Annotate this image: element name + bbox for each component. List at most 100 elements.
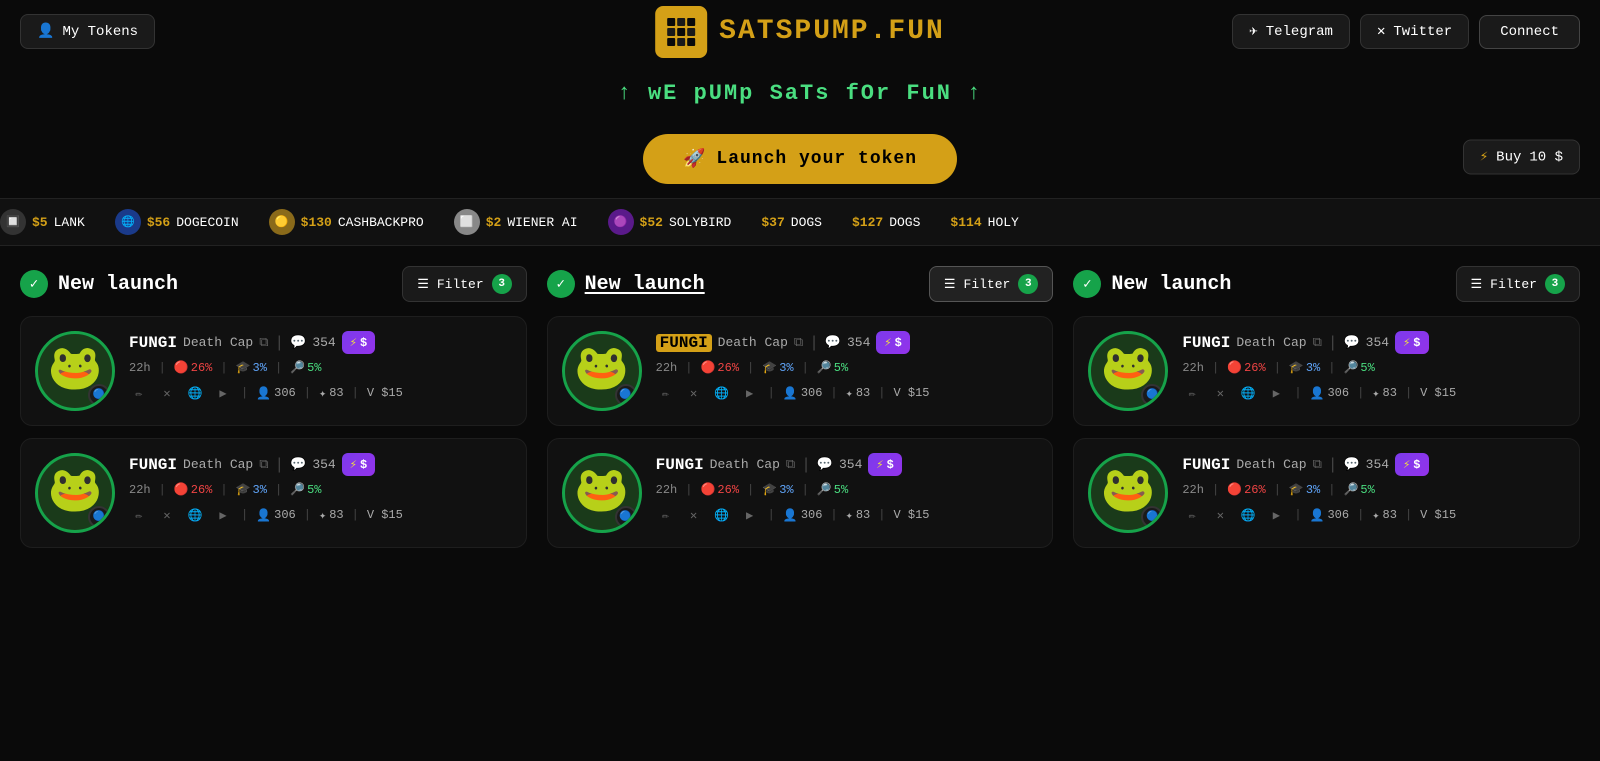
x-social-icon-3-2[interactable]: ✕ xyxy=(1210,505,1230,525)
column-2-filter-label: Filter xyxy=(964,277,1011,292)
column-3-filter-button[interactable]: ☰ Filter 3 xyxy=(1456,266,1580,302)
column-2-header: ✓ New launch ☰ Filter 3 xyxy=(547,266,1054,302)
main-content: ✓ New launch ☰ Filter 3 🐸 🔵 FUNGI Death xyxy=(0,246,1600,580)
sep1-2: | xyxy=(159,483,166,497)
pencil-icon[interactable]: ✏ xyxy=(129,383,149,403)
token-desc-2-2: Death Cap xyxy=(710,457,780,472)
separator-3-2: | xyxy=(1328,456,1338,474)
logo-cell xyxy=(677,18,685,26)
volume-text-3-1: V $15 xyxy=(1420,386,1456,400)
globe-icon-3-2[interactable]: 🌐 xyxy=(1238,505,1258,525)
sep-stars-2-2: | xyxy=(830,508,837,522)
twitter-label: Twitter xyxy=(1393,24,1452,40)
price-lightning-icon-2: ⚡ xyxy=(350,457,357,472)
column-3-filter-label: Filter xyxy=(1490,277,1537,292)
lightning-icon: ⚡ xyxy=(1480,149,1488,166)
logo-cell xyxy=(687,18,695,26)
globe-icon[interactable]: 🌐 xyxy=(185,383,205,403)
connect-button[interactable]: Connect xyxy=(1479,15,1580,49)
token-card-2-2[interactable]: 🐸 🔵 FUNGI Death Cap ⧉ | 💬 354 ⚡ $ xyxy=(547,438,1054,548)
volume-text-2-2: V $15 xyxy=(893,508,929,522)
ticker-item-dogs2: $127 DOGS xyxy=(852,215,920,230)
stat-blue-2-2: 🎓 3% xyxy=(762,482,793,497)
volume-text-2-1: V $15 xyxy=(893,386,929,400)
separator-2-1: | xyxy=(809,334,819,352)
comment-icon-2-2: 💬 xyxy=(817,457,833,472)
pencil-icon-3-1[interactable]: ✏ xyxy=(1182,383,1202,403)
launch-token-button[interactable]: 🚀 Launch your token xyxy=(643,134,957,184)
token-card-1-1[interactable]: 🐸 🔵 FUNGI Death Cap ⧉ | 💬 354 ⚡ $ xyxy=(20,316,527,426)
stat-red-2-2: 🔴 26% xyxy=(700,482,739,497)
x-social-icon-2-2[interactable]: ✕ xyxy=(684,505,704,525)
buy-widget[interactable]: ⚡ Buy 10 $ xyxy=(1463,140,1580,175)
price-lightning-icon-2-1: ⚡ xyxy=(884,335,891,350)
ticker-name-dogs2: DOGS xyxy=(889,215,920,230)
token-card-2-1[interactable]: 🐸 🔵 FUNGI Death Cap ⧉ | 💬 354 ⚡ $ xyxy=(547,316,1054,426)
card-stats: 22h | 🔴 26% | 🎓 3% | 🔎 5% xyxy=(129,360,512,375)
my-tokens-button[interactable]: 👤 My Tokens xyxy=(20,14,155,49)
card-icons-2-2: ✏ ✕ 🌐 ▶ | 👤 306 | ✦ 83 | V $15 xyxy=(656,505,1039,525)
copy-icon-3-2[interactable]: ⧉ xyxy=(1313,457,1322,472)
stat-green-3-2: 🔎 5% xyxy=(1343,482,1374,497)
pencil-icon-2[interactable]: ✏ xyxy=(129,505,149,525)
copy-icon-2[interactable]: ⧉ xyxy=(259,457,268,472)
stat-blue-3-2: 🎓 3% xyxy=(1289,482,1320,497)
token-desc-3-1: Death Cap xyxy=(1236,335,1306,350)
token-card-3-2[interactable]: 🐸 🔵 FUNGI Death Cap ⧉ | 💬 354 ⚡ $ xyxy=(1073,438,1580,548)
pencil-icon-3-2[interactable]: ✏ xyxy=(1182,505,1202,525)
play-icon-3-1[interactable]: ▶ xyxy=(1266,383,1286,403)
globe-icon-3-1[interactable]: 🌐 xyxy=(1238,383,1258,403)
pencil-icon-2-2[interactable]: ✏ xyxy=(656,505,676,525)
column-1-filter-button[interactable]: ☰ Filter 3 xyxy=(402,266,526,302)
logo-cell xyxy=(667,28,675,36)
play-icon-2[interactable]: ▶ xyxy=(213,505,233,525)
column-2-filter-badge: 3 xyxy=(1018,274,1038,294)
column-3: ✓ New launch ☰ Filter 3 🐸 🔵 FUNGI Death xyxy=(1073,266,1580,560)
globe-icon-2[interactable]: 🌐 xyxy=(185,505,205,525)
logo-cell xyxy=(667,38,675,46)
copy-icon-2-1[interactable]: ⧉ xyxy=(794,335,803,350)
stat-blue: 🎓 3% xyxy=(236,360,267,375)
holders-count-3-1: 👤 306 xyxy=(1310,386,1350,401)
copy-icon[interactable]: ⧉ xyxy=(259,335,268,350)
ticker-name-holy: HOLY xyxy=(988,215,1019,230)
column-2-filter-button[interactable]: ☰ Filter 3 xyxy=(929,266,1053,302)
ticker-name-dogs1: DOGS xyxy=(791,215,822,230)
play-icon-3-2[interactable]: ▶ xyxy=(1266,505,1286,525)
comment-count-2-2: 354 xyxy=(839,457,862,472)
logo-cell xyxy=(687,38,695,46)
price-tag: ⚡ $ xyxy=(342,331,375,354)
globe-icon-2-1[interactable]: 🌐 xyxy=(712,383,732,403)
sep2-2-1: | xyxy=(747,361,754,375)
logo-cell xyxy=(687,28,695,36)
stat-blue-3-1: 🎓 3% xyxy=(1289,360,1320,375)
pencil-icon-2-1[interactable]: ✏ xyxy=(656,383,676,403)
sep1-3-2: | xyxy=(1212,483,1219,497)
twitter-button[interactable]: ✕ Twitter xyxy=(1360,14,1469,49)
ticker-bar: 🔲 $5 LANK 🌐 $56 DOGECOIN 🟡 $130 CASHBACK… xyxy=(0,198,1600,246)
separator-2: | xyxy=(275,456,285,474)
x-social-icon-2[interactable]: ✕ xyxy=(157,505,177,525)
telegram-button[interactable]: ✈ Telegram xyxy=(1232,14,1350,49)
copy-icon-3-1[interactable]: ⧉ xyxy=(1313,335,1322,350)
ticker-name-cashback: CASHBACKPRO xyxy=(338,215,424,230)
token-card-1-2[interactable]: 🐸 🔵 FUNGI Death Cap ⧉ | 💬 354 ⚡ $ xyxy=(20,438,527,548)
token-name-3-1: FUNGI xyxy=(1182,334,1230,352)
token-name-2-2: FUNGI xyxy=(656,456,704,474)
play-icon[interactable]: ▶ xyxy=(213,383,233,403)
token-card-3-1[interactable]: 🐸 🔵 FUNGI Death Cap ⧉ | 💬 354 ⚡ $ xyxy=(1073,316,1580,426)
x-social-icon-3-1[interactable]: ✕ xyxy=(1210,383,1230,403)
play-icon-2-2[interactable]: ▶ xyxy=(740,505,760,525)
copy-icon-2-2[interactable]: ⧉ xyxy=(786,457,795,472)
card-icons-2-1: ✏ ✕ 🌐 ▶ | 👤 306 | ✦ 83 | V $15 xyxy=(656,383,1039,403)
card-info-2-2: FUNGI Death Cap ⧉ | 💬 354 ⚡ $ 22h | xyxy=(656,453,1039,525)
token-avatar: 🐸 🔵 xyxy=(35,331,115,411)
comment-count-3-1: 354 xyxy=(1366,335,1389,350)
token-name-2: FUNGI xyxy=(129,456,177,474)
x-social-icon-2-1[interactable]: ✕ xyxy=(684,383,704,403)
x-social-icon[interactable]: ✕ xyxy=(157,383,177,403)
column-1-header: ✓ New launch ☰ Filter 3 xyxy=(20,266,527,302)
stars-count-2-2: ✦ 83 xyxy=(846,508,871,523)
globe-icon-2-2[interactable]: 🌐 xyxy=(712,505,732,525)
play-icon-2-1[interactable]: ▶ xyxy=(740,383,760,403)
